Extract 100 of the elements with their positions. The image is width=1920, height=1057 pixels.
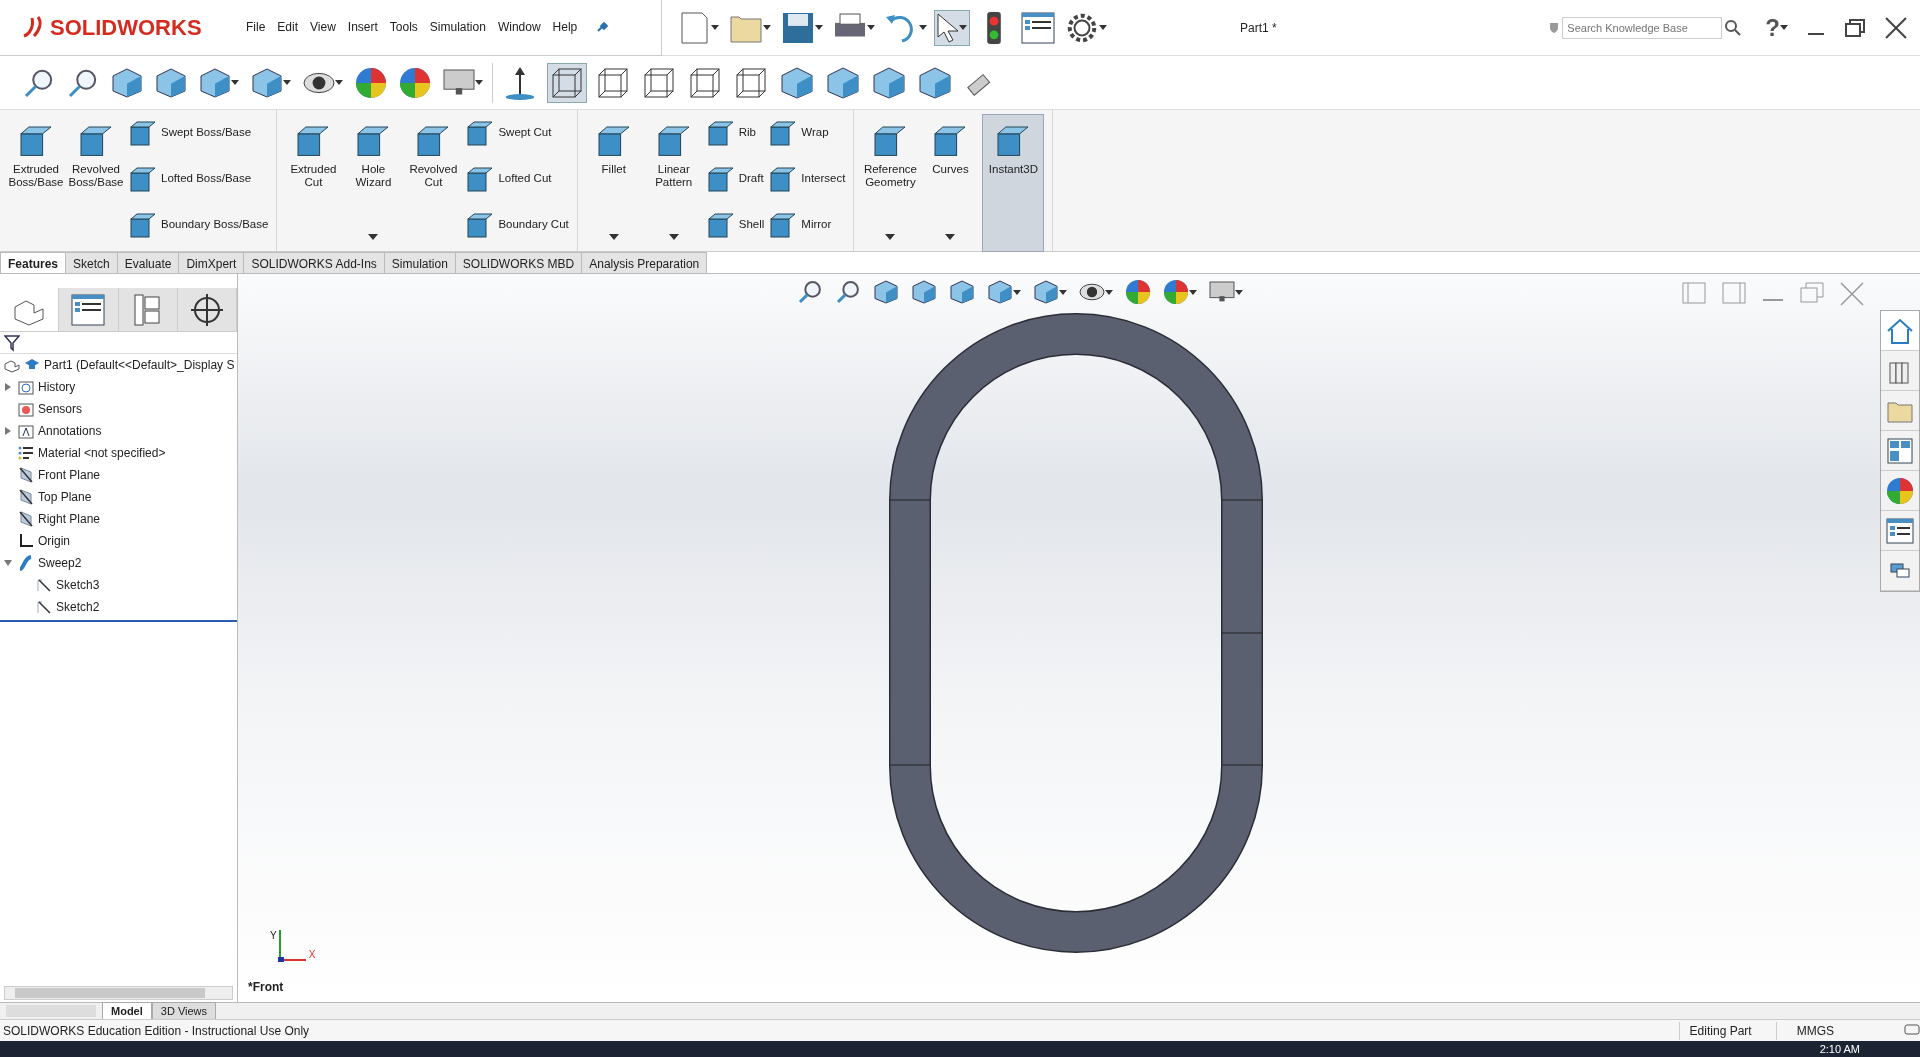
tree-item[interactable]: Front Plane [38,466,101,484]
tree-item[interactable]: Sketch2 [56,598,100,616]
restore-icon[interactable] [1844,17,1866,38]
menu-item[interactable]: Simulation [423,16,492,38]
plane-icon [18,467,34,483]
ribbon-tab[interactable]: SOLIDWORKS MBD [454,252,583,273]
tree-item[interactable]: Sketch3 [56,576,100,594]
chat-bubbles-icon[interactable] [1890,561,1910,580]
cube-icon [872,65,906,100]
dropdown-caret-icon[interactable] [1099,25,1107,30]
axis-label: X [308,948,316,962]
ribbon-button[interactable]: Lofted Boss/Base [128,164,269,194]
ribbon-button[interactable]: Lofted Cut [465,164,569,194]
menu-item[interactable]: Edit [271,16,305,38]
ribbon-button[interactable]: Hole Wizard [345,114,402,247]
tree-item[interactable]: Top Plane [38,488,92,506]
ribbon-button[interactable]: Revolved Cut [405,114,462,247]
horizontal-scrollbar[interactable] [4,986,233,1000]
ribbon-button[interactable]: Revolved Boss/Base [68,114,124,247]
tree-item[interactable]: Sweep2 [38,554,82,572]
dropdown-caret-icon[interactable] [1013,289,1021,295]
ribbon-tab[interactable]: SOLIDWORKS Add-Ins [243,252,385,273]
ribbon-button[interactable]: Curves [922,114,979,247]
history-folder-icon [18,379,34,395]
ribbon-tab[interactable]: DimXpert [178,252,245,273]
dropdown-caret-icon[interactable] [1059,289,1067,295]
ribbon-button[interactable]: Boundary Cut [465,210,569,240]
ribbon-tab[interactable]: Features [0,252,67,273]
color-ball-icon [399,66,431,99]
dropdown-caret-icon[interactable] [815,25,823,30]
tree-item[interactable]: Material <not specified> [38,444,166,462]
dropdown-caret-icon[interactable] [919,25,927,30]
ribbon-button[interactable]: Shell [705,210,765,240]
cube-icon [918,65,952,100]
ribbon-button[interactable]: Fillet [585,114,642,247]
dropdown-caret-icon[interactable] [335,80,343,85]
menu-item[interactable]: Window [491,16,547,38]
tree-item[interactable]: Origin [38,532,70,550]
ribbon-tab[interactable]: Sketch [65,252,118,273]
ribbon-button[interactable]: Linear Pattern [645,114,702,247]
collapse-caret-icon[interactable] [4,559,12,567]
ribbon-button[interactable]: Rib [705,118,765,148]
ribbon-button[interactable]: Intersect [768,164,846,194]
ribbon-tab[interactable]: Simulation [383,252,456,273]
tree-item[interactable]: Part1 (Default<<Default>_Display S [44,356,235,374]
tree-item[interactable]: History [38,378,76,396]
layout-icon[interactable] [1886,436,1914,465]
ribbon-button[interactable]: Wrap [768,118,846,148]
ribbon-tab[interactable]: Evaluate [116,252,180,273]
tree-item[interactable]: Annotations [38,422,102,440]
menu-item[interactable]: Tools [383,16,424,38]
tree-structure-icon[interactable] [132,292,163,327]
dropdown-caret-icon[interactable] [368,234,379,240]
dropdown-caret-icon[interactable] [945,234,956,240]
cube-icon [251,66,283,99]
filter-icon[interactable] [4,333,20,352]
ribbon-button[interactable]: Mirror [768,210,846,240]
ribbon-button[interactable]: Swept Cut [465,118,569,148]
close-icon[interactable] [1884,15,1908,40]
menu-item[interactable]: Help [546,16,584,38]
dropdown-caret-icon[interactable] [711,25,719,30]
dropdown-caret-icon[interactable] [867,25,875,30]
expand-caret-icon[interactable] [4,383,12,391]
units-selector[interactable]: MMGS [1775,1021,1844,1040]
dropdown-caret-icon[interactable] [1105,289,1113,295]
expand-caret-icon[interactable] [4,427,12,435]
help-button[interactable]: ? [1765,9,1780,46]
ribbon-button[interactable]: Instant3D [982,114,1045,252]
ribbon-button[interactable]: Boundary Boss/Base [128,210,269,240]
ribbon-tab[interactable]: Analysis Preparation [581,252,708,273]
crosshair-icon[interactable] [189,292,224,327]
dropdown-caret-icon[interactable] [475,80,483,85]
dropdown-caret-icon[interactable] [231,80,239,85]
home-icon[interactable] [1886,316,1914,345]
ribbon-button[interactable]: Extruded Boss/Base [8,114,64,247]
magnifier-icon [835,279,861,305]
toolbar-button[interactable] [547,62,587,103]
dropdown-caret-icon[interactable] [1235,289,1243,295]
dropdown-caret-icon[interactable] [885,234,896,240]
dropdown-caret-icon[interactable] [1780,25,1788,30]
menu-item[interactable]: File [240,16,272,38]
search-field[interactable]: Search Knowledge Base [1562,16,1723,39]
wireframe-cube-icon [688,65,722,100]
ribbon-button[interactable]: Extruded Cut [285,114,342,247]
menu-item[interactable]: View [304,16,342,38]
tree-item[interactable]: Sensors [38,400,83,418]
app-logo-text: SOLIDWORKS [50,13,202,42]
tree-item[interactable]: Right Plane [38,510,101,528]
ribbon-button[interactable]: Reference Geometry [862,114,919,247]
ribbon-button[interactable]: Swept Boss/Base [128,118,269,148]
dropdown-caret-icon[interactable] [959,25,967,30]
dropdown-caret-icon[interactable] [763,25,771,30]
cube-icon [111,66,143,99]
dropdown-caret-icon[interactable] [1189,289,1197,295]
dropdown-caret-icon[interactable] [668,234,679,240]
menu-item[interactable]: Insert [341,16,384,38]
toolbar-button[interactable] [934,9,970,46]
dropdown-caret-icon[interactable] [608,234,619,240]
ribbon-button[interactable]: Draft [705,164,765,194]
dropdown-caret-icon[interactable] [283,80,291,85]
